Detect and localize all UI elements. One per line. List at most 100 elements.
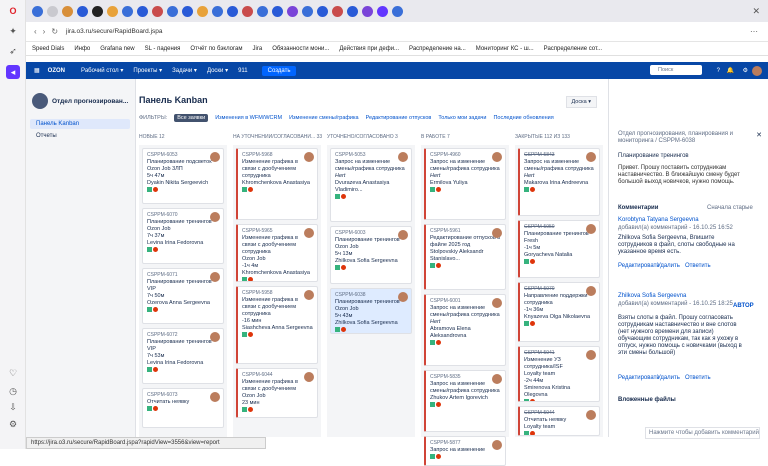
comment-author[interactable]: Zhilkova Sofia Sergeevna xyxy=(618,293,686,299)
nav-projects[interactable]: Проекты ▾ xyxy=(133,67,162,74)
rocket-icon[interactable]: ➶ xyxy=(6,44,20,58)
sidebar-item-kanban[interactable]: Панель Kanban xyxy=(30,119,130,129)
issue-card[interactable]: CSPPM-5961Редактирование отпусков в файл… xyxy=(424,224,506,290)
bookmark-item[interactable]: SL - падения xyxy=(145,46,181,52)
close-icon[interactable]: ✕ xyxy=(756,131,762,139)
issue-card[interactable]: CSPPM-5835Запрос на изменение смены/граф… xyxy=(424,370,506,432)
bookmark-item[interactable]: Мониторинг КС - ш... xyxy=(476,46,534,52)
issue-card[interactable]: CSPPM-5965Изменение графика в связи с до… xyxy=(236,224,318,282)
issue-card[interactable]: CSPPM-6001Запрос на изменение смены/граф… xyxy=(424,294,506,366)
bookmark-item[interactable]: Распределение сот... xyxy=(544,46,602,52)
create-button[interactable]: Создать xyxy=(262,66,297,76)
bookmark-item[interactable]: Инфо xyxy=(74,46,90,52)
issue-card[interactable]: CSPPM-5968Изменение графика в связи с до… xyxy=(236,148,318,220)
apps-icon[interactable]: ▦ xyxy=(34,67,40,74)
search-input[interactable]: Поиск xyxy=(650,65,702,75)
tab-favicon[interactable] xyxy=(122,6,133,17)
tab-favicon[interactable] xyxy=(182,6,193,17)
tab-favicon[interactable] xyxy=(107,6,118,17)
tab-favicon[interactable] xyxy=(362,6,373,17)
comment-reply[interactable]: Ответить xyxy=(685,263,711,269)
tab-favicon[interactable] xyxy=(302,6,313,17)
tab-favicon[interactable] xyxy=(167,6,178,17)
nav-boards[interactable]: Доски ▾ xyxy=(207,67,228,74)
comment-author[interactable]: Korobtyna Tatyana Sergeevna xyxy=(618,217,699,223)
issue-card[interactable]: CSPPM-4960Запрос на изменение смены/граф… xyxy=(424,148,506,220)
issue-card[interactable]: CSPPM-5970Направление поддержки сотрудни… xyxy=(518,282,600,342)
comment-reply[interactable]: Ответить xyxy=(685,375,711,381)
bookmark-item[interactable]: Grafana new xyxy=(100,46,134,52)
tab-favicon[interactable] xyxy=(242,6,253,17)
notifications-icon[interactable]: 🔔 xyxy=(727,67,734,74)
issue-card[interactable]: CSPPM-5944Отчитать неявкуLoyalty team xyxy=(518,406,600,436)
bookmark-item[interactable]: Действия при дефи... xyxy=(339,46,399,52)
help-icon[interactable]: ? xyxy=(717,68,720,74)
comment-delete[interactable]: Удалить xyxy=(657,375,680,381)
settings-icon[interactable]: ⚙ xyxy=(743,67,748,74)
bookmark-item[interactable]: Обязанности мони... xyxy=(272,46,329,52)
issue-card[interactable]: CSPPM-5843Запрос на изменение смены/граф… xyxy=(518,148,600,216)
reload-icon[interactable]: ↻ xyxy=(51,27,58,36)
opera-logo-icon[interactable]: O xyxy=(6,4,20,18)
ozon-logo[interactable]: OZON xyxy=(48,68,65,74)
bookmark-item[interactable]: Отчёт по бэклогам xyxy=(190,46,242,52)
tab-favicon[interactable] xyxy=(257,6,268,17)
issue-card[interactable]: CSPPM-6071Планирование тренинговVIP7ч 50… xyxy=(142,268,224,324)
nav-911[interactable]: 911 xyxy=(238,68,248,74)
comments-heading[interactable]: Комментарии xyxy=(618,205,658,211)
tab-favicon[interactable] xyxy=(272,6,283,17)
tab-favicon[interactable] xyxy=(332,6,343,17)
detail-project[interactable]: Отдел прогнозирования, планирования и мо… xyxy=(618,131,748,145)
issue-card[interactable]: CSPPM-5958Изменение графика в связи с до… xyxy=(236,286,318,364)
heart-icon[interactable]: ♡ xyxy=(6,366,20,380)
tab-favicon[interactable] xyxy=(287,6,298,17)
back-icon[interactable]: ‹ xyxy=(34,27,37,36)
tab-favicon[interactable] xyxy=(392,6,403,17)
extensions-icon[interactable]: ⋯ xyxy=(750,27,758,36)
issue-card[interactable]: CSPPM-6073Отчитать неявку xyxy=(142,388,224,428)
filter-all[interactable]: Все заявки xyxy=(174,114,208,122)
issue-card[interactable]: CSPPM-5877Запрос на изменение xyxy=(424,436,506,466)
comment-edit[interactable]: Редактировать xyxy=(618,263,659,269)
bookmark-item[interactable]: Speed Dials xyxy=(32,46,64,52)
issue-card[interactable]: CSPPM-6044Изменение графика в связи с до… xyxy=(236,368,318,418)
tab-favicon[interactable] xyxy=(47,6,58,17)
issue-card[interactable]: CSPPM-6070Планирование тренинговOzon Job… xyxy=(142,208,224,264)
bookmark-item[interactable]: Распределение на... xyxy=(409,46,466,52)
issue-card[interactable]: CSPPM-6003Планирование тренинговOzon Job… xyxy=(330,226,412,284)
filter-recent[interactable]: Последние обновления xyxy=(493,115,553,121)
comment-delete[interactable]: Удалить xyxy=(657,263,680,269)
tab-favicon[interactable] xyxy=(317,6,328,17)
tab-favicon[interactable] xyxy=(212,6,223,17)
issue-card[interactable]: CSPPM-5941Изменение УЗ сотрудника/ISFLoy… xyxy=(518,346,600,402)
bookmark-item[interactable]: Jira xyxy=(253,46,263,52)
issue-card[interactable]: CSPPM-5053Запрос на изменение смены/граф… xyxy=(330,148,412,222)
history-icon[interactable]: ◷ xyxy=(6,384,20,398)
tab-favicon[interactable] xyxy=(227,6,238,17)
issue-card[interactable]: CSPPM-6053Планирование подсветокOzon Job… xyxy=(142,148,224,204)
sidebar-item-reports[interactable]: Отчеты xyxy=(30,131,130,141)
messenger-icon[interactable]: ◂ xyxy=(6,65,20,79)
comment-input[interactable]: Нажмите чтобы добавить комментарий xyxy=(645,427,760,439)
aria-icon[interactable]: ✦ xyxy=(6,24,20,38)
tab-favicon[interactable] xyxy=(377,6,388,17)
attachments-heading[interactable]: Вложенные файлы xyxy=(618,397,676,403)
tab-favicon[interactable] xyxy=(32,6,43,17)
tab-favicon[interactable] xyxy=(347,6,358,17)
filter-shift[interactable]: Изменение смены/графика xyxy=(289,115,359,121)
new-tab-icon[interactable]: ✕ xyxy=(752,6,760,17)
forward-icon[interactable]: › xyxy=(43,27,46,36)
board-dropdown[interactable]: Доска ▾ xyxy=(566,96,597,108)
issue-card[interactable]: CSPPM-6038Планирование тренинговOzon Job… xyxy=(330,288,412,334)
issue-card[interactable]: CSPPM-6072Планирование тренинговVIP7ч 53… xyxy=(142,328,224,384)
tab-favicon[interactable] xyxy=(197,6,208,17)
tab-favicon[interactable] xyxy=(152,6,163,17)
nav-dashboard[interactable]: Рабочий стол ▾ xyxy=(81,67,123,74)
url-field[interactable]: jira.o3.ru/secure/RapidBoard.jspa xyxy=(66,28,162,35)
project-header[interactable]: Отдел прогнозирован... xyxy=(32,93,128,109)
tab-favicon[interactable] xyxy=(92,6,103,17)
nav-issues[interactable]: Задачи ▾ xyxy=(172,67,197,74)
sort-order[interactable]: Сначала старые xyxy=(707,205,753,211)
avatar[interactable] xyxy=(752,66,762,76)
download-icon[interactable]: ⇩ xyxy=(6,400,20,414)
